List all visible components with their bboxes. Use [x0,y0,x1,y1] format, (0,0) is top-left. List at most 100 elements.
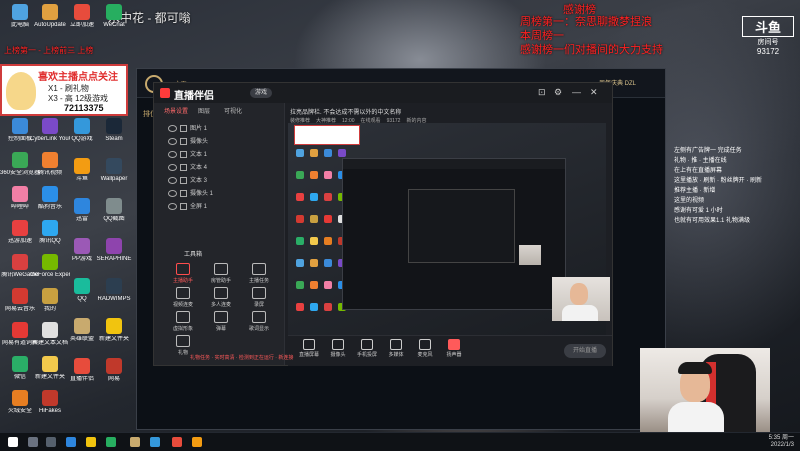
tool-icon [176,311,190,323]
layer-item[interactable]: 全屏 1 [168,201,207,211]
preview-shortcut-icon [310,281,318,289]
layer-item[interactable]: 文本 4 [168,162,207,172]
eye-icon[interactable] [168,202,177,210]
tool-button[interactable]: 视频连麦 [166,287,200,308]
desktop-shortcut-icon [12,288,28,304]
douyu-taskbar-icon[interactable] [192,437,202,447]
platform-watermark: 斗鱼 房间号 93172 [742,16,794,58]
lock-icon[interactable]: ⊡ [538,87,546,98]
desktop-shortcut-icon [42,390,58,406]
desktop-shortcut-icon [42,152,58,168]
eye-icon[interactable] [168,150,177,158]
tool-icon [214,311,228,323]
wechat-taskbar-icon[interactable] [106,437,116,447]
follow-badge: 喜欢主播点点关注 X1 - 刷礼物 X3 - 高 12级游戏 72113375 [0,64,128,116]
tool-button[interactable]: 弹幕 [204,311,238,332]
stream-title[interactable]: 拉亮品牌栏. 不会达成不需以外的中文名称 [290,107,401,116]
stream-rank-banner: 上榜第一 - 上榜前三 上榜 [4,46,94,55]
tool-button[interactable]: 主播助手 [166,263,200,284]
file-explorer-icon[interactable] [86,437,96,447]
companion-logo-icon [160,88,170,98]
tool-label: 多人连麦 [210,302,231,308]
source-button[interactable]: 手机投屏 [352,339,382,358]
source-button[interactable]: 多媒体 [381,339,411,358]
preview-webcam-face [570,283,588,305]
desktop-shortcut-icon [42,118,58,134]
desktop-shortcut[interactable]: 网易 [94,358,134,392]
source-button[interactable]: 麦克风 [410,339,440,358]
desktop-shortcut-icon [74,278,90,294]
preview-webcam [552,277,610,321]
source-icon [419,339,431,350]
eye-icon[interactable] [168,137,177,145]
companion-taskbar-icon[interactable] [172,437,182,447]
source-button[interactable]: 摄像头 [323,339,353,358]
settings-icon[interactable]: ⚙ [554,87,562,98]
chat-message: 推荐主播 · 新增 [674,188,716,194]
layer-label: 摄像头 1 [190,191,214,197]
desktop-shortcut[interactable]: 新建文件夹 [94,318,134,352]
tool-button[interactable]: 礼物 [166,335,200,356]
tab-scene[interactable]: 场景设置 [164,106,188,115]
search-icon[interactable] [28,437,38,447]
eye-icon[interactable] [168,163,177,171]
close-icon[interactable]: ✕ [590,87,598,98]
lol-taskbar-icon[interactable] [130,437,140,447]
desktop-shortcut-icon [74,198,90,214]
companion-title-bar: 直播伴侣 游戏 ⊡ ⚙ — ✕ [154,83,612,103]
desktop-shortcut-icon [12,152,28,168]
tool-button[interactable]: 虚拟形象 [166,311,200,332]
desktop-shortcut[interactable]: Wallpaper [94,158,134,192]
tool-button[interactable]: 房管助手 [204,263,238,284]
source-button[interactable]: 扬声器 [439,339,469,358]
desktop-shortcut-label: Wallpaper [100,176,128,182]
tab-layers[interactable]: 图层 [198,106,210,115]
preview-shortcut-icon [324,193,332,201]
layer-item[interactable]: 图片 1 [168,123,207,133]
layer-item[interactable]: 文本 3 [168,175,207,185]
eye-icon[interactable] [168,189,177,197]
system-clock[interactable]: 5:35 周一 2022/1/3 [769,435,794,449]
go-live-button[interactable]: 开始直播 [564,344,606,358]
desktop-shortcut[interactable]: Steam [94,118,134,152]
clock-date: 2022/1/3 [770,442,794,448]
eye-icon[interactable] [168,124,177,132]
source-icon [390,339,402,350]
thanks-message: 感谢榜一们对播间的大力支持 [520,44,663,56]
tab-visual[interactable]: 可视化 [224,106,242,115]
desktop-shortcut-icon [106,118,122,134]
edge-icon[interactable] [66,437,76,447]
desktop-shortcut-label: 网易 [107,376,120,382]
tool-button[interactable]: 多人连麦 [204,287,238,308]
task-view-icon[interactable] [46,437,56,447]
source-icon [361,339,373,350]
preview-webcam-shirt [562,305,598,321]
tool-button[interactable]: 歌词显示 [242,311,276,332]
tool-button[interactable]: 录屏 [242,287,276,308]
preview-shortcut-icon [296,303,304,311]
desktop-shortcut[interactable]: HiFakes [30,390,70,424]
desktop-shortcut[interactable]: RADWIMPS [94,278,134,312]
eye-icon[interactable] [168,176,177,184]
game-mode-button[interactable]: 游戏 [250,88,273,98]
layer-item[interactable]: 摄像头 1 [168,188,213,198]
streamer-webcam [640,348,770,432]
source-button[interactable]: 直播屏幕 [294,339,324,358]
source-icon [332,339,344,350]
danmaku-chat-overlay: 左侧有广告牌一 完成任务 礼物 · 推 · 主播在线 在上有在直播屏幕 这里播放 · … [674,146,800,256]
layer-item[interactable]: 文本 1 [168,149,207,159]
preview-shortcut-icon [324,259,332,267]
desktop-shortcut-icon [106,198,122,214]
start-menu-icon[interactable] [8,437,18,447]
tool-button[interactable]: 主播任务 [242,263,276,284]
desktop-shortcut[interactable]: SERAPHINE [94,238,134,272]
chat-message: 这里播放 · 刷新 · 粉丝牌开 · 刷新 [674,178,762,184]
live-companion-window[interactable]: 直播伴侣 游戏 ⊡ ⚙ — ✕ 场景设置 图层 可视化 图片 1 摄像头 文本 1文… [153,82,613,366]
desktop-shortcut[interactable]: WeChat [94,4,134,38]
layer-item[interactable]: 摄像头 [168,136,208,146]
desktop-shortcut[interactable]: QQ截图 [94,198,134,232]
tool-label: 礼物 [177,350,188,356]
preview-follow-badge [294,125,360,145]
minimize-icon[interactable]: — [572,87,581,97]
qq-taskbar-icon[interactable] [150,437,160,447]
